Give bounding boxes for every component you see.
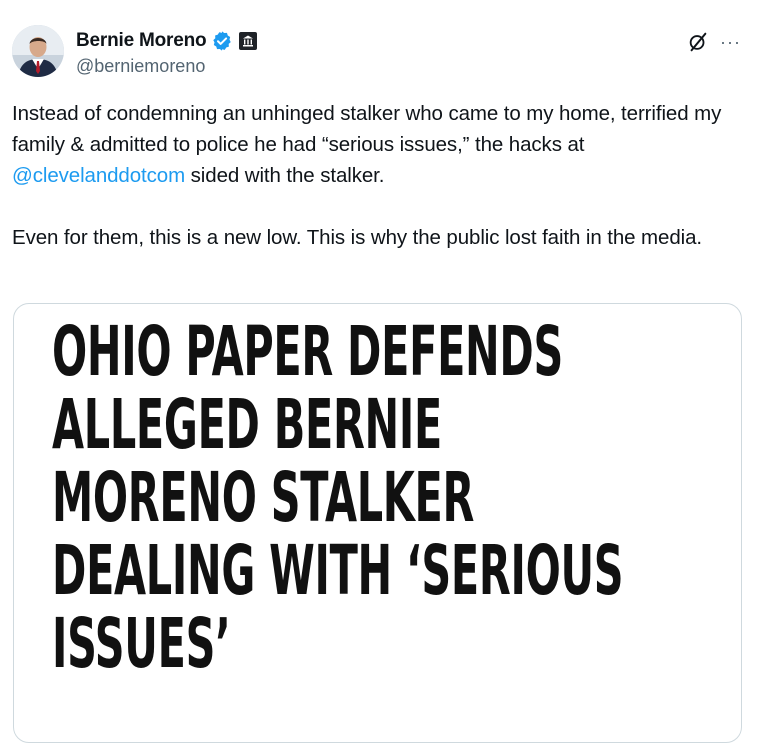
headline-line: OHIO PAPER DEFENDS	[52, 312, 563, 392]
tweet-text-part: sided with the stalker.	[185, 164, 385, 187]
grok-icon[interactable]	[687, 31, 709, 53]
headline-line: ALLEGED BERNIE	[52, 385, 442, 465]
tweet-text-part: Instead of condemning an unhinged stalke…	[12, 102, 722, 156]
tweet[interactable]: Bernie Moreno @berniemoreno ··· Instead …	[0, 0, 757, 743]
profile-photo-icon	[12, 25, 64, 77]
media-image[interactable]: OHIO PAPER DEFENDS ALLEGED BERNIE MORENO…	[13, 303, 742, 743]
author-handle[interactable]: @berniemoreno	[76, 56, 205, 77]
headline-line: MORENO STALKER	[52, 458, 475, 538]
tweet-paragraph-1: Instead of condemning an unhinged stalke…	[12, 98, 732, 191]
verified-badge-icon[interactable]	[211, 30, 233, 52]
display-name[interactable]: Bernie Moreno	[76, 30, 207, 52]
author-name-row[interactable]: Bernie Moreno	[76, 29, 258, 53]
government-building-icon[interactable]	[239, 32, 258, 50]
tweet-paragraph-2: Even for them, this is a new low. This i…	[12, 226, 702, 249]
tweet-text: Instead of condemning an unhinged stalke…	[12, 98, 732, 253]
headline-line: ISSUES’	[52, 604, 231, 684]
headline-text: OHIO PAPER DEFENDS ALLEGED BERNIE MORENO…	[52, 312, 624, 684]
avatar[interactable]	[12, 25, 64, 77]
headline-line: DEALING WITH ‘SERIOUS	[52, 531, 624, 611]
mention-link[interactable]: @clevelanddotcom	[12, 164, 185, 187]
more-options-button[interactable]: ···	[720, 33, 742, 51]
